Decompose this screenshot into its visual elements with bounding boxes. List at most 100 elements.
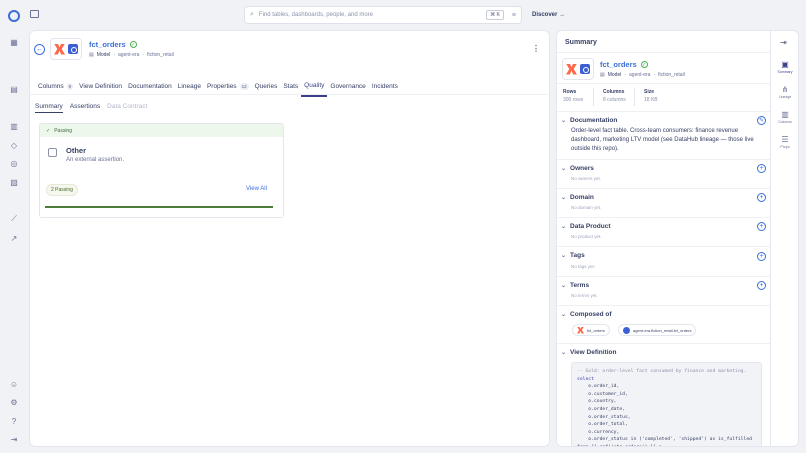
properties-icon: ☰ [781, 135, 789, 144]
assertion-group-title: Other [66, 146, 87, 155]
lineage-icon: ⋔ [781, 85, 789, 94]
code-line: o.order_status in ('completed', 'shipped… [577, 437, 752, 443]
subtab-data-contract[interactable]: Data Contract [107, 103, 147, 113]
composed-of-item: fct_orders [587, 327, 605, 333]
passing-header: ✓ Passing [40, 124, 283, 137]
columns-icon: ▥ [781, 110, 789, 119]
rail-lineage[interactable]: ⋔ Lineage [771, 85, 799, 99]
looker-icon [623, 326, 630, 334]
glossary-icon[interactable]: ▥ [9, 121, 19, 131]
chevron-down-icon: ⌄ [561, 350, 567, 356]
section-terms[interactable]: ⌄ Terms [561, 282, 589, 289]
user-icon[interactable]: ☺ [9, 379, 19, 389]
search-placeholder: Find tables, dashboards, people, and mor… [258, 12, 373, 18]
code-line: o.customer_id, [577, 391, 628, 397]
stat-columns: Columns 8 columns [603, 89, 626, 103]
trend-icon[interactable]: ↗ [9, 233, 19, 243]
globe-icon[interactable]: ◎ [9, 158, 19, 168]
settings-gear-icon[interactable]: ⚙ [9, 397, 19, 407]
entity-type: Model [96, 52, 111, 58]
entity-path-0[interactable]: agent-era [118, 52, 139, 58]
rail-properties[interactable]: ☰ Props [771, 135, 799, 149]
summary-path-1[interactable]: fiction_retail [658, 72, 685, 78]
subtab-assertions[interactable]: Assertions [70, 103, 100, 113]
code-line: -- Gold: order-level fact consumed by fi… [577, 369, 747, 374]
stat-rows-value: 300 rows [563, 97, 584, 103]
code-line: o.country, [577, 399, 617, 405]
divider [557, 305, 770, 306]
add-tag-button[interactable]: + [757, 252, 766, 261]
more-menu-icon[interactable]: ⋮ [532, 44, 540, 53]
divider [557, 246, 770, 247]
domain-empty: No domain yet. [571, 205, 602, 210]
add-data-product-button[interactable]: + [757, 222, 766, 231]
dbt-icon [577, 326, 584, 334]
entity-header: ← fct_orders ✓ ▤ Model · agent-era · fic… [34, 36, 174, 62]
pin-icon[interactable]: ⟋ [9, 214, 19, 224]
tag-icon[interactable]: ◇ [9, 140, 19, 150]
section-tags[interactable]: ⌄ Tags [561, 252, 585, 259]
summary-entity-meta: ▤ Model · agent-era · fiction_retail [600, 72, 685, 78]
global-search[interactable]: ⌕ Find tables, dashboards, people, and m… [244, 6, 522, 24]
add-term-button[interactable]: + [757, 281, 766, 290]
apps-icon[interactable]: ▧ [9, 177, 19, 187]
discover-link[interactable]: Discover → [532, 12, 565, 18]
tags-empty: No tags yet. [571, 264, 596, 269]
summary-path-0[interactable]: agent-era [629, 72, 650, 78]
stat-divider [593, 88, 594, 106]
section-data-product[interactable]: ⌄ Data Product [561, 223, 610, 230]
documentation-text: Order-level fact table. Cross-team consu… [571, 128, 754, 152]
passing-status: Passing [54, 127, 72, 134]
passing-progress-fill [45, 206, 273, 208]
summary-entity-name[interactable]: fct_orders [600, 60, 637, 69]
edit-documentation-icon[interactable]: ✎ [757, 116, 766, 125]
divider [557, 83, 770, 84]
app-logo[interactable] [8, 10, 20, 22]
summary-platform-logos [562, 58, 594, 80]
filter-icon[interactable]: ≡ [512, 12, 516, 19]
composed-of-chip[interactable]: fct_orders [572, 324, 610, 336]
entity-name[interactable]: fct_orders [89, 40, 126, 49]
back-arrow-icon[interactable]: ← [34, 43, 45, 55]
rail-columns[interactable]: ▥ Columns [771, 110, 799, 124]
code-line: from {{ ref('stg_orders') }} o [577, 444, 756, 446]
composed-of-item: agent-era.fiction_retail.fct_orders [633, 327, 692, 333]
summary-title: Summary [565, 39, 597, 46]
search-icon: ⌕ [250, 11, 254, 18]
collapse-sidebar-icon[interactable] [30, 10, 39, 18]
close-panel-icon[interactable]: ⇥ [780, 38, 787, 47]
add-domain-button[interactable]: + [757, 193, 766, 202]
left-nav-rail: ▦ ▤ ▥ ◇ ◎ ▧ ⟋ ↗ ☺ ⚙ ? ⇥ [0, 0, 28, 453]
section-domain[interactable]: ⌄ Domain [561, 194, 594, 201]
add-owner-button[interactable]: + [757, 164, 766, 173]
section-composed-of[interactable]: ⌄ Composed of [561, 311, 612, 318]
section-view-definition[interactable]: ⌄ View Definition [561, 349, 617, 356]
passing-count-badge: 2 Passing [46, 184, 78, 196]
chevron-down-icon: ⌄ [561, 195, 567, 201]
subtab-summary[interactable]: Summary [35, 103, 63, 113]
section-owners[interactable]: ⌄ Owners [561, 165, 594, 172]
summary-icon: ▣ [781, 60, 789, 69]
divider [557, 217, 770, 218]
divider [557, 52, 770, 53]
divider [557, 159, 770, 160]
help-icon[interactable]: ? [9, 416, 19, 426]
section-documentation[interactable]: ⌄ Documentation [561, 117, 617, 124]
code-line: o.order_total, [577, 422, 628, 428]
logout-icon[interactable]: ⇥ [9, 434, 19, 444]
sidebar-toggle-icon[interactable]: ▦ [9, 37, 19, 47]
divider [557, 188, 770, 189]
rail-summary[interactable]: ▣ Summary [771, 60, 799, 74]
looker-icon [580, 64, 590, 74]
platform-logos [50, 38, 82, 60]
view-all-link[interactable]: View All [246, 186, 267, 192]
view-definition-code: -- Gold: order-level fact consumed by fi… [571, 362, 762, 447]
chevron-down-icon: ⌄ [561, 283, 567, 289]
chevron-down-icon: ⌄ [561, 118, 567, 124]
stat-rows: Rows 300 rows [563, 89, 583, 103]
documents-icon[interactable]: ▤ [9, 84, 19, 94]
model-type-icon: ▤ [600, 72, 605, 78]
entity-path-1[interactable]: fiction_retail [147, 52, 174, 58]
composed-of-chip[interactable]: agent-era.fiction_retail.fct_orders [618, 324, 697, 336]
entity-title-block: fct_orders ✓ ▤ Model · agent-era · ficti… [89, 40, 174, 58]
